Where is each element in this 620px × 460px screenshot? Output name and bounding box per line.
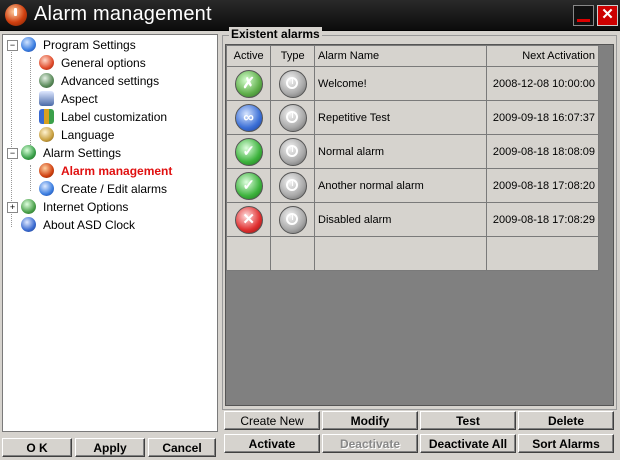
table-row[interactable]: ∞ Repetitive Test 2009-09-18 16:07:37 bbox=[225, 100, 600, 135]
next-activation-cell: 2008-12-08 10:00:00 bbox=[485, 66, 600, 101]
stopwatch-icon bbox=[278, 137, 307, 166]
alarms-table-area[interactable]: Active Type Alarm Name Next Activation ✗… bbox=[225, 44, 614, 406]
next-activation-cell: 2009-08-18 17:08:20 bbox=[485, 168, 600, 203]
alarms-table: Active Type Alarm Name Next Activation ✗… bbox=[225, 45, 600, 271]
inactive-status-icon: ✗ bbox=[234, 69, 263, 98]
column-header-type[interactable]: Type bbox=[270, 45, 316, 67]
disabled-x-icon: ✕ bbox=[234, 205, 263, 234]
table-row[interactable]: ✓ Normal alarm 2009-08-18 18:08:09 bbox=[225, 134, 600, 169]
tree-connector bbox=[11, 49, 12, 227]
table-header-row: Active Type Alarm Name Next Activation bbox=[225, 45, 600, 67]
deactivate-all-button[interactable]: Deactivate All bbox=[420, 434, 516, 453]
tools-icon bbox=[39, 73, 54, 88]
alarm-name-cell: Another normal alarm bbox=[314, 168, 487, 203]
table-row-empty[interactable] bbox=[225, 236, 600, 271]
label-icon bbox=[39, 109, 54, 124]
tree-connector bbox=[30, 57, 31, 147]
column-header-active[interactable]: Active bbox=[225, 45, 272, 67]
column-header-next-activation[interactable]: Next Activation bbox=[485, 45, 600, 67]
about-icon bbox=[21, 217, 36, 232]
language-icon bbox=[39, 127, 54, 142]
delete-button[interactable]: Delete bbox=[518, 411, 614, 430]
minimize-button[interactable] bbox=[573, 5, 594, 26]
alarm-name-cell: Normal alarm bbox=[314, 134, 487, 169]
existent-alarms-title: Existent alarms bbox=[229, 27, 322, 41]
active-check-icon: ✓ bbox=[234, 137, 263, 166]
internet-icon bbox=[21, 199, 36, 214]
test-button[interactable]: Test bbox=[420, 411, 516, 430]
cancel-button[interactable]: Cancel bbox=[148, 438, 216, 457]
window-title: Alarm management bbox=[34, 3, 212, 25]
alarm-settings-icon bbox=[21, 145, 36, 160]
alarm-name-cell: Repetitive Test bbox=[314, 100, 487, 135]
stopwatch-icon bbox=[278, 205, 307, 234]
monitor-icon bbox=[39, 91, 54, 106]
column-header-alarm-name[interactable]: Alarm Name bbox=[314, 45, 487, 67]
modify-button[interactable]: Modify bbox=[322, 411, 418, 430]
activate-button[interactable]: Activate bbox=[224, 434, 320, 453]
collapse-program-settings[interactable]: − bbox=[7, 40, 18, 51]
stopwatch-icon bbox=[278, 103, 307, 132]
deactivate-button[interactable]: Deactivate bbox=[322, 434, 418, 453]
next-activation-cell: 2009-08-18 17:08:29 bbox=[485, 202, 600, 237]
stopwatch-icon bbox=[278, 171, 307, 200]
alarm-management-icon bbox=[39, 163, 54, 178]
ok-button[interactable]: O K bbox=[2, 438, 72, 457]
table-row[interactable]: ✗ Welcome! 2008-12-08 10:00:00 bbox=[225, 66, 600, 101]
tree-connector bbox=[30, 165, 31, 191]
alarm-clock-app-icon bbox=[5, 4, 27, 26]
alarm-name-cell: Welcome! bbox=[314, 66, 487, 101]
repeat-status-icon: ∞ bbox=[234, 103, 263, 132]
close-button[interactable]: ✕ bbox=[597, 5, 618, 26]
stopwatch-icon bbox=[278, 69, 307, 98]
alarm-name-cell: Disabled alarm bbox=[314, 202, 487, 237]
table-row[interactable]: ✕ Disabled alarm 2009-08-18 17:08:29 bbox=[225, 202, 600, 237]
apply-button[interactable]: Apply bbox=[75, 438, 145, 457]
globe-icon bbox=[21, 37, 36, 52]
settings-tree[interactable]: − Program Settings General options Advan… bbox=[2, 34, 218, 432]
expand-internet-options[interactable]: + bbox=[7, 202, 18, 213]
table-row[interactable]: ✓ Another normal alarm 2009-08-18 17:08:… bbox=[225, 168, 600, 203]
active-check-icon: ✓ bbox=[234, 171, 263, 200]
next-activation-cell: 2009-09-18 16:07:37 bbox=[485, 100, 600, 135]
create-new-button[interactable]: Create New bbox=[224, 411, 320, 430]
create-alarm-icon bbox=[39, 181, 54, 196]
next-activation-cell: 2009-08-18 18:08:09 bbox=[485, 134, 600, 169]
gear-red-icon bbox=[39, 55, 54, 70]
collapse-alarm-settings[interactable]: − bbox=[7, 148, 18, 159]
sort-alarms-button[interactable]: Sort Alarms bbox=[518, 434, 614, 453]
